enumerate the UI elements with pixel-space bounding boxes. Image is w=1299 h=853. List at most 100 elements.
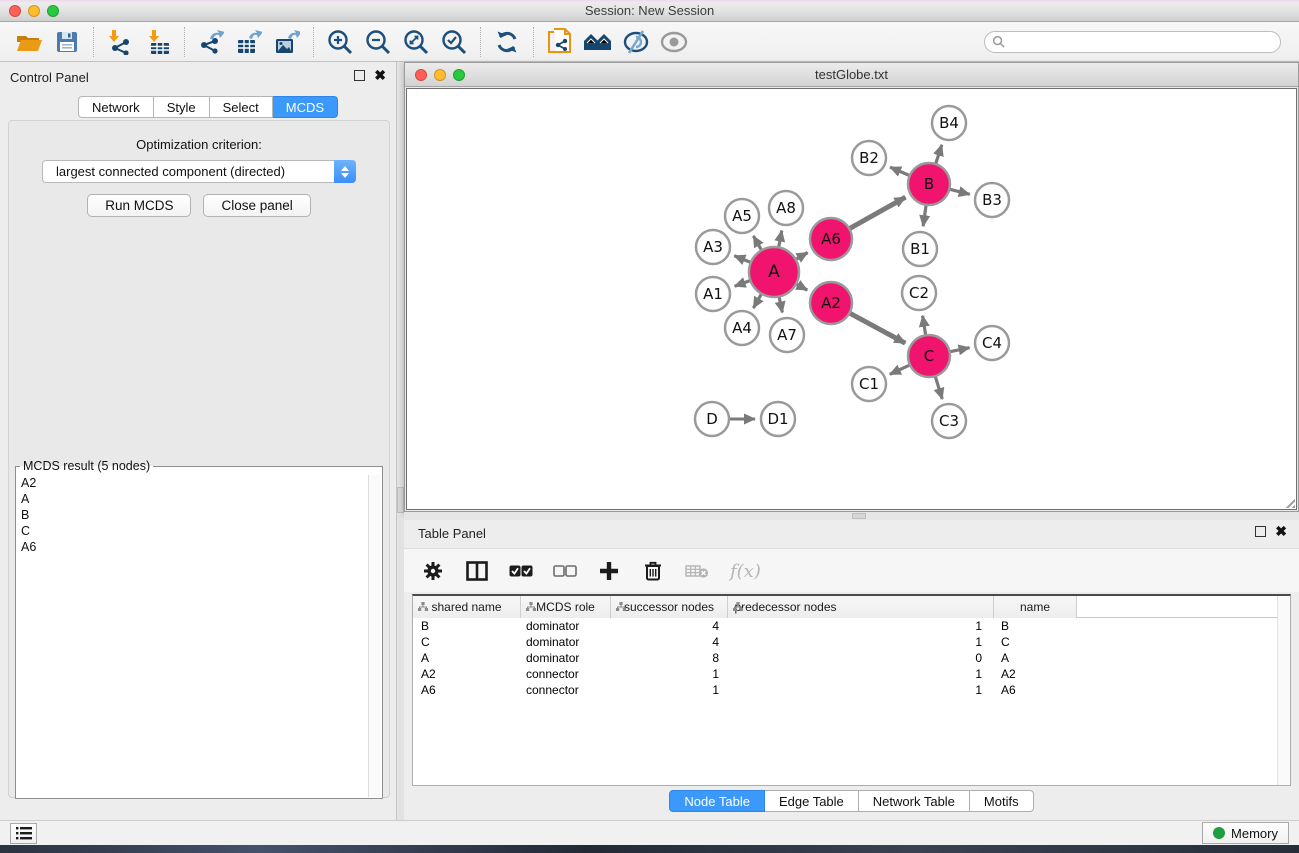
refresh-button[interactable] [488, 25, 526, 59]
graph-node-B[interactable]: B [908, 163, 950, 205]
function-builder-button[interactable]: f(x) [726, 556, 770, 586]
tab-select[interactable]: Select [210, 96, 273, 118]
close-panel-icon[interactable]: ✖ [374, 70, 386, 81]
optimization-criterion-dropdown[interactable]: largest connected component (directed) [42, 160, 356, 183]
graph-edge-C-C2[interactable] [923, 316, 926, 338]
zoom-fit-button[interactable] [397, 25, 435, 59]
table-row[interactable]: C dominator 4 1 C [413, 634, 1290, 650]
horizontal-splitter-handle[interactable] [852, 513, 866, 519]
float-panel-icon[interactable] [354, 70, 365, 81]
split-panel-button[interactable] [462, 556, 492, 586]
tab-network-table[interactable]: Network Table [859, 790, 970, 812]
create-column-button[interactable] [594, 556, 624, 586]
graph-node-C2[interactable]: C2 [902, 276, 936, 310]
graph-edge-A2-C[interactable] [848, 312, 906, 343]
graph-node-A6[interactable]: A6 [810, 218, 852, 260]
graph-node-B3[interactable]: B3 [975, 183, 1009, 217]
close-window-button[interactable] [9, 5, 21, 17]
search-field[interactable] [984, 31, 1281, 53]
table-row[interactable]: A dominator 8 0 A [413, 650, 1290, 666]
hide-graphics-details-button[interactable] [617, 25, 655, 59]
network-canvas[interactable]: A A1 A2 A3 A4 A5 A6 A7 A8 B B1 B2 B3 B4 C C1 C2 C3 C4 D D1 [406, 88, 1297, 510]
resize-grip[interactable] [1281, 494, 1295, 508]
search-input[interactable] [1005, 35, 1280, 49]
task-history-button[interactable] [10, 823, 37, 844]
import-table-button[interactable] [139, 25, 177, 59]
network-minimize-button[interactable] [434, 69, 446, 81]
graph-edge-B-B3[interactable] [947, 189, 969, 195]
graph-node-A4[interactable]: A4 [725, 311, 759, 345]
column-header-name[interactable]: name [994, 596, 1077, 618]
graph-node-A1[interactable]: A1 [696, 277, 730, 311]
graph-node-B2[interactable]: B2 [852, 141, 886, 175]
vertical-splitter-handle[interactable] [397, 487, 404, 513]
export-network-button[interactable] [192, 25, 230, 59]
network-close-button[interactable] [415, 69, 427, 81]
open-session-button[interactable] [10, 25, 48, 59]
graph-edge-B-B4[interactable] [935, 145, 942, 166]
zoom-out-button[interactable] [359, 25, 397, 59]
run-mcds-button[interactable]: Run MCDS [87, 194, 191, 217]
export-table-button[interactable] [230, 25, 268, 59]
result-item[interactable]: A2 [17, 475, 368, 491]
result-scrollbar[interactable] [368, 475, 381, 797]
graph-node-B4[interactable]: B4 [932, 106, 966, 140]
result-item[interactable]: A [17, 491, 368, 507]
graph-edge-B-B1[interactable] [923, 203, 926, 226]
table-settings-button[interactable] [418, 556, 448, 586]
delete-table-button[interactable] [682, 556, 712, 586]
tab-edge-table[interactable]: Edge Table [765, 790, 859, 812]
minimize-window-button[interactable] [28, 5, 40, 17]
column-header-successor-nodes[interactable]: successor nodes [611, 596, 728, 618]
tab-network[interactable]: Network [78, 96, 154, 118]
tab-node-table[interactable]: Node Table [669, 790, 765, 812]
graph-node-C[interactable]: C [908, 335, 950, 377]
graph-node-A3[interactable]: A3 [696, 230, 730, 264]
graph-edge-C-C1[interactable] [890, 364, 912, 374]
graph-node-A7[interactable]: A7 [770, 318, 804, 352]
delete-column-button[interactable] [638, 556, 668, 586]
table-scrollbar[interactable] [1277, 596, 1290, 785]
graph-edge-A6-B[interactable] [848, 197, 906, 229]
horizontal-splitter[interactable] [404, 512, 1299, 520]
graph-node-C4[interactable]: C4 [975, 326, 1009, 360]
graph-node-B1[interactable]: B1 [903, 232, 937, 266]
tab-style[interactable]: Style [154, 96, 210, 118]
column-header-mcds-role[interactable]: MCDS role [521, 596, 611, 618]
graph-node-D[interactable]: D [695, 402, 729, 436]
show-all-columns-button[interactable] [506, 556, 536, 586]
graph-edge-C-C4[interactable] [948, 348, 970, 353]
export-image-button[interactable] [268, 25, 306, 59]
show-graphics-details-button[interactable] [655, 25, 693, 59]
table-row[interactable]: A2 connector 1 1 A2 [413, 666, 1290, 682]
save-session-button[interactable] [48, 25, 86, 59]
result-item[interactable]: C [17, 523, 368, 539]
float-table-panel-icon[interactable] [1255, 526, 1266, 537]
tab-mcds[interactable]: MCDS [273, 96, 338, 118]
graph-node-D1[interactable]: D1 [761, 402, 795, 436]
clone-network-button[interactable] [541, 25, 579, 59]
network-zoom-button[interactable] [453, 69, 465, 81]
tab-motifs[interactable]: Motifs [970, 790, 1034, 812]
column-header-predecessor-nodes[interactable]: predecessor nodes [728, 596, 994, 618]
close-panel-button[interactable]: Close panel [203, 194, 310, 217]
result-item[interactable]: A6 [17, 539, 368, 555]
hide-all-columns-button[interactable] [550, 556, 580, 586]
column-header-shared-name[interactable]: shared name [413, 596, 521, 618]
zoom-selected-button[interactable] [435, 25, 473, 59]
table-row[interactable]: B dominator 4 1 B [413, 618, 1290, 634]
graph-node-A8[interactable]: A8 [769, 191, 803, 225]
graph-edge-B-B2[interactable] [890, 167, 911, 176]
graph-node-C1[interactable]: C1 [852, 367, 886, 401]
table-row[interactable]: A6 connector 1 1 A6 [413, 682, 1290, 698]
import-network-button[interactable] [101, 25, 139, 59]
graph-node-C3[interactable]: C3 [932, 404, 966, 438]
graph-node-A2[interactable]: A2 [810, 282, 852, 324]
zoom-window-button[interactable] [47, 5, 59, 17]
network-overview-button[interactable] [579, 25, 617, 59]
graph-edge-C-C3[interactable] [935, 374, 943, 399]
graph-node-A5[interactable]: A5 [725, 199, 759, 233]
graph-node-A[interactable]: A [749, 247, 799, 297]
zoom-in-button[interactable] [321, 25, 359, 59]
result-item[interactable]: B [17, 507, 368, 523]
